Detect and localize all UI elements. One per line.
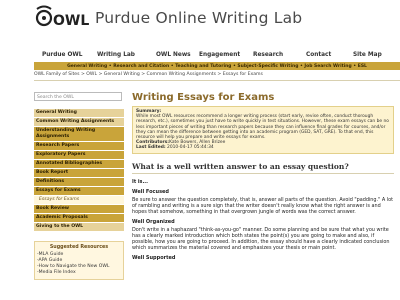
nav-purdue-owl[interactable]: Purdue OWL bbox=[42, 52, 82, 58]
sidebar-item-essays-for-exams[interactable]: Essays for Exams bbox=[34, 187, 124, 195]
sidebar-item-definitions[interactable]: Definitions bbox=[34, 178, 124, 186]
nav-owl-news[interactable]: OWL News bbox=[156, 52, 191, 58]
sidebar-item-research-papers[interactable]: Research Papers bbox=[34, 142, 124, 150]
nav-research[interactable]: Research bbox=[253, 52, 283, 58]
subheading-well-organized: Well Organized bbox=[132, 218, 175, 225]
subheading-well-supported: Well Supported bbox=[132, 254, 176, 261]
sidebar-item-exploratory-papers[interactable]: Exploratory Papers bbox=[34, 151, 124, 159]
breadcrumb[interactable]: OWL Family of Sites > OWL > General Writ… bbox=[34, 72, 400, 81]
sidebar-item-academic-proposals[interactable]: Academic Proposals bbox=[34, 214, 124, 222]
sidebar: Search the OWL General Writing Common Wr… bbox=[34, 92, 124, 280]
top-navigation: Purdue OWL Writing Lab OWL News Engageme… bbox=[0, 52, 400, 62]
sidebar-item-common-writing-assignments[interactable]: Common Writing Assignments bbox=[34, 118, 124, 126]
nav-engagement[interactable]: Engagement bbox=[199, 52, 240, 58]
sidebar-item-book-review[interactable]: Book Review bbox=[34, 205, 124, 213]
search-input[interactable]: Search the OWL bbox=[34, 92, 122, 101]
site-header: OWL Purdue Online Writing Lab bbox=[0, 0, 400, 42]
suggested-link-media-index[interactable]: -Media File Index bbox=[37, 270, 121, 276]
section-heading: What is a well written answer to an essa… bbox=[132, 161, 349, 171]
intro-line: It is... bbox=[132, 178, 149, 185]
sidebar-item-book-report[interactable]: Book Report bbox=[34, 169, 124, 177]
main-content: Writing Essays for Exams Summary: While … bbox=[132, 92, 394, 263]
sidebar-nav: General Writing Common Writing Assignmen… bbox=[34, 109, 124, 231]
divider bbox=[132, 172, 394, 174]
summary-text: While most OWL resources recommend a lon… bbox=[136, 114, 389, 141]
subheading-well-focused: Well Focused bbox=[132, 188, 170, 195]
page-title: Writing Essays for Exams bbox=[132, 92, 275, 103]
sidebar-item-understanding-writing-assignments[interactable]: Understanding Writing Assignments bbox=[34, 127, 124, 141]
sidebar-item-giving-to-the-owl[interactable]: Giving to the OWL bbox=[34, 223, 124, 231]
paragraph-well-focused: Be sure to answer the question completel… bbox=[132, 196, 394, 215]
suggested-resources-title: Suggested Resources bbox=[49, 245, 109, 250]
last-edited-line: Last Edited: 2010-04-17 05:44:34 bbox=[136, 145, 390, 150]
nav-contact[interactable]: Contact bbox=[306, 52, 331, 58]
svg-text:OWL: OWL bbox=[53, 13, 89, 29]
sidebar-item-general-writing[interactable]: General Writing bbox=[34, 109, 124, 117]
last-edited-value: 2010-04-17 05:44:34 bbox=[167, 145, 214, 151]
sidebar-item-annotated-bibliographies[interactable]: Annotated Bibliographies bbox=[34, 160, 124, 168]
sidebar-subitem-essays-for-exams[interactable]: Essays for Exams bbox=[34, 196, 124, 204]
owl-logo[interactable]: OWL bbox=[34, 4, 90, 34]
summary-box: Summary: While most OWL resources recomm… bbox=[132, 106, 394, 154]
paragraph-well-organized: Don't write in a haphazard "think-as-you… bbox=[132, 226, 390, 251]
site-title[interactable]: Purdue Online Writing Lab bbox=[95, 9, 302, 27]
nav-writing-lab[interactable]: Writing Lab bbox=[97, 52, 135, 58]
nav-site-map[interactable]: Site Map bbox=[353, 52, 382, 58]
last-edited-label: Last Edited: bbox=[136, 145, 166, 151]
category-bar[interactable]: General Writing • Research and Citation … bbox=[34, 62, 400, 70]
suggested-resources: Suggested Resources -MLA Guide -APA Guid… bbox=[34, 241, 124, 280]
